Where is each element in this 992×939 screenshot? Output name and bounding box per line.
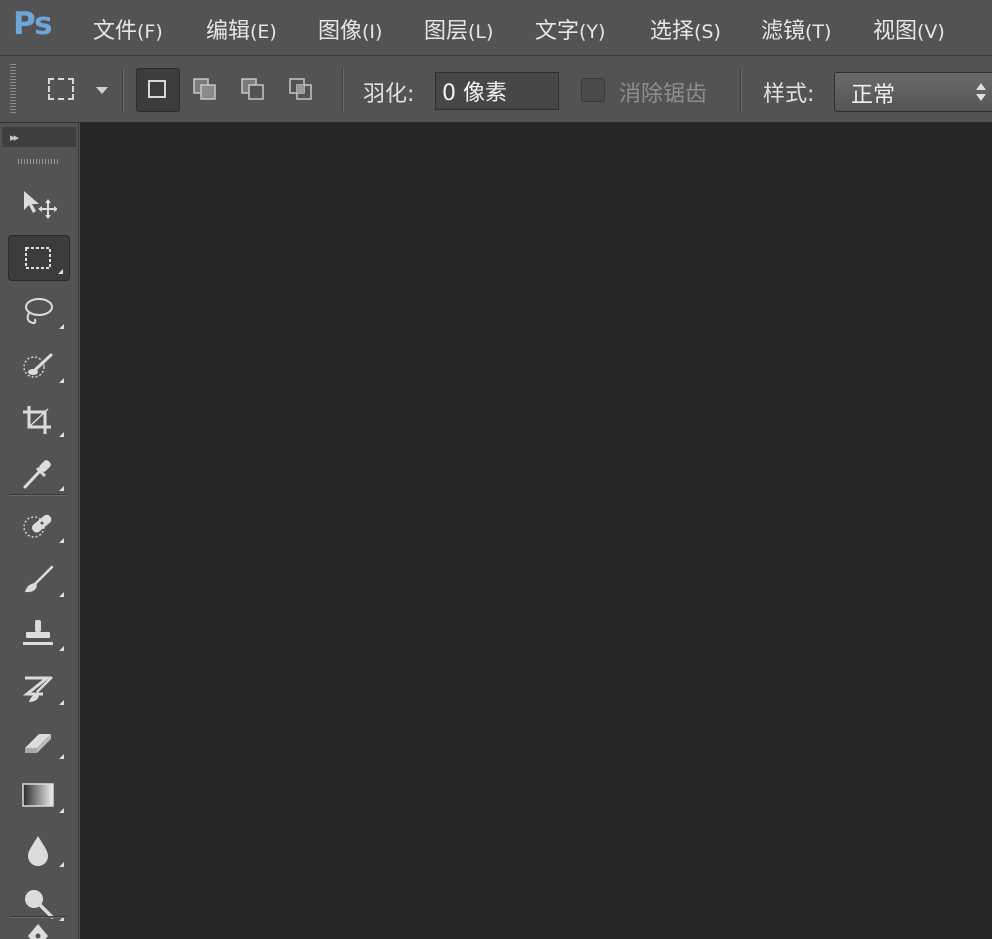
tool-preset-picker[interactable] — [40, 68, 116, 112]
brush-tool-button[interactable] — [8, 557, 70, 603]
divider — [342, 68, 344, 112]
intersect-selection-icon — [289, 78, 312, 100]
tool-flyout-indicator — [59, 324, 64, 329]
rect-marquee-tool-button[interactable] — [8, 235, 70, 281]
crop-tool-button[interactable] — [8, 397, 70, 443]
spot-healing-tool-icon — [23, 514, 52, 538]
expand-panel-icon[interactable]: ▸▸ — [10, 131, 19, 144]
options-bar-grip[interactable] — [10, 64, 16, 114]
clone-stamp-tool-button[interactable] — [8, 611, 70, 657]
intersect-selection-button[interactable] — [280, 68, 324, 112]
menu-label: 图层 — [424, 19, 469, 44]
quick-selection-tool-button[interactable] — [8, 343, 70, 389]
document-canvas-area[interactable] — [80, 123, 992, 939]
divider — [740, 68, 742, 112]
menu-accel: (E) — [250, 21, 277, 43]
tool-flyout-indicator — [59, 486, 64, 491]
style-select[interactable]: 正常 — [834, 72, 992, 112]
menu-accel: (L) — [468, 21, 494, 43]
style-select-value: 正常 — [851, 83, 896, 108]
pen-tool-button[interactable] — [8, 921, 70, 939]
photoshop-logo: Ps — [13, 6, 53, 42]
menu-filter[interactable]: 滤镜(T) — [761, 13, 831, 45]
new-selection-icon — [148, 80, 166, 98]
pen-tool-icon — [28, 924, 48, 939]
spot-healing-tool-button[interactable] — [8, 503, 70, 549]
tool-flyout-indicator — [59, 754, 64, 759]
eyedropper-tool-icon — [23, 460, 51, 489]
eyedropper-tool-button[interactable] — [8, 451, 70, 497]
menu-accel: (I) — [362, 21, 383, 43]
menu-accel: (V) — [917, 21, 945, 43]
add-to-selection-icon — [193, 78, 216, 100]
tool-flyout-indicator — [59, 808, 64, 813]
menu-select[interactable]: 选择(S) — [650, 13, 721, 45]
move-tool-button[interactable] — [8, 181, 70, 227]
menu-label: 图像 — [318, 19, 363, 44]
tool-flyout-indicator — [59, 862, 64, 867]
menu-label: 视图 — [873, 19, 918, 44]
tool-flyout-indicator — [59, 700, 64, 705]
history-brush-tool-button[interactable] — [8, 665, 70, 711]
style-label: 样式: — [763, 82, 815, 107]
feather-label: 羽化: — [363, 82, 415, 107]
blur-tool-icon — [28, 836, 48, 866]
tool-flyout-indicator — [58, 269, 63, 274]
menu-label: 编辑 — [206, 19, 251, 44]
rect-marquee-tool-icon — [25, 247, 51, 269]
up-down-arrows-icon — [976, 83, 986, 101]
options-bar: 羽化: 消除锯齿 样式: 正常 — [0, 56, 992, 123]
rect-marquee-icon — [48, 78, 74, 100]
antialias-checkbox[interactable] — [581, 78, 605, 102]
antialias-label: 消除锯齿 — [619, 82, 708, 107]
tools-divider — [10, 916, 68, 918]
menu-accel: (Y) — [579, 21, 606, 43]
eraser-tool-icon — [25, 734, 51, 753]
tools-divider — [10, 494, 68, 496]
clone-stamp-tool-icon — [23, 620, 53, 645]
menu-image[interactable]: 图像(I) — [318, 13, 382, 45]
tool-flyout-indicator — [59, 538, 64, 543]
menu-file[interactable]: 文件(F) — [93, 13, 163, 45]
eraser-tool-button[interactable] — [8, 719, 70, 765]
tools-panel: ▸▸ — [0, 123, 79, 939]
menu-accel: (S) — [694, 21, 721, 43]
lasso-tool-icon — [25, 298, 53, 325]
menu-label: 滤镜 — [761, 19, 806, 44]
tools-panel-grip[interactable] — [18, 159, 58, 164]
crop-tool-icon — [23, 406, 51, 434]
brush-tool-icon — [25, 565, 54, 593]
new-selection-button[interactable] — [136, 68, 180, 112]
add-to-selection-button[interactable] — [184, 68, 228, 112]
menu-type[interactable]: 文字(Y) — [535, 13, 605, 45]
move-tool-icon — [24, 191, 57, 219]
tool-flyout-indicator — [59, 378, 64, 383]
divider — [122, 68, 124, 112]
menu-label: 选择 — [650, 19, 695, 44]
subtract-from-selection-button[interactable] — [232, 68, 276, 112]
quick-selection-tool-icon — [23, 353, 53, 378]
tool-flyout-indicator — [59, 646, 64, 651]
menu-label: 文件 — [93, 19, 138, 44]
blur-tool-button[interactable] — [8, 827, 70, 873]
subtract-from-selection-icon — [241, 78, 264, 100]
menu-label: 文字 — [535, 19, 580, 44]
feather-input[interactable] — [435, 72, 559, 110]
menu-accel: (T) — [805, 21, 832, 43]
gradient-tool-button[interactable] — [8, 773, 70, 819]
history-brush-tool-icon — [22, 676, 53, 702]
tools-panel-header: ▸▸ — [2, 127, 76, 147]
gradient-tool-icon — [22, 783, 54, 807]
menu-accel: (F) — [137, 21, 163, 43]
menu-view[interactable]: 视图(V) — [873, 13, 945, 45]
menu-edit[interactable]: 编辑(E) — [206, 13, 277, 45]
menu-bar: Ps 文件(F) 编辑(E) 图像(I) 图层(L) 文字(Y) 选择(S) 滤… — [0, 0, 992, 56]
lasso-tool-button[interactable] — [8, 289, 70, 335]
menu-layer[interactable]: 图层(L) — [424, 13, 493, 45]
chevron-down-icon — [96, 87, 108, 94]
tool-flyout-indicator — [59, 432, 64, 437]
tool-flyout-indicator — [59, 592, 64, 597]
